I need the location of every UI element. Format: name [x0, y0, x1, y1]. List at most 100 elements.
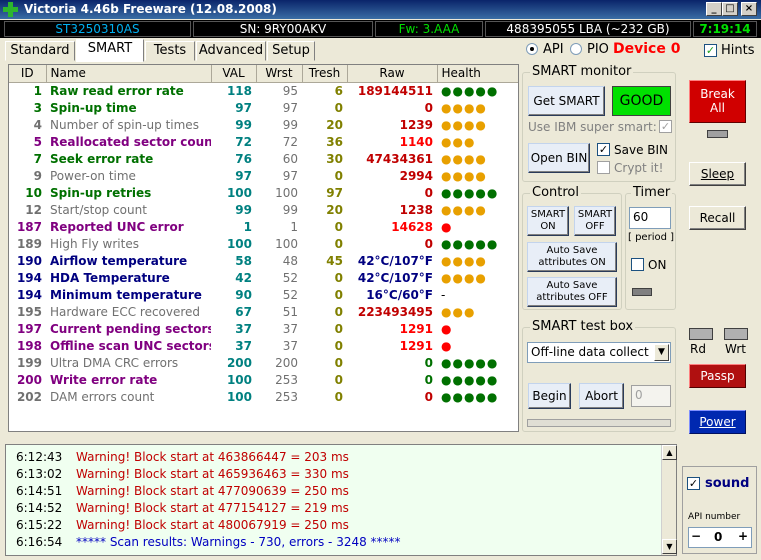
table-row[interactable]: 194 HDA Temperature 42 52 0 42°C/107°F ●●●● [9, 269, 518, 286]
passp-button[interactable]: Passp [689, 364, 746, 388]
test-type-select[interactable]: Off-line data collect ▼ [527, 342, 671, 363]
minus-icon[interactable]: − [691, 529, 701, 543]
cell-raw: 1238 [399, 202, 433, 217]
cell-wrst: 253 [275, 389, 298, 404]
table-row[interactable]: 187 Reported UNC error 1 1 0 14628 ● [9, 218, 518, 235]
tab-smart[interactable]: SMART [76, 39, 144, 62]
cell-raw: 0 [424, 236, 433, 251]
tab-advanced[interactable]: Advanced [196, 41, 266, 61]
close-button[interactable]: × [741, 2, 757, 16]
table-row[interactable]: 10 Spin-up retries 100 100 97 0 ●●●●● [9, 184, 518, 201]
cell-tresh: 0 [334, 219, 343, 234]
smart-on-button[interactable]: SMART ON [527, 206, 569, 236]
table-row[interactable]: 194 Minimum temperature 90 52 0 16°C/60°F - [9, 286, 518, 303]
device-label: Device 0 [613, 41, 681, 57]
power-button[interactable]: Power [689, 410, 746, 434]
table-row[interactable]: 12 Start/stop count 99 99 20 1238 ●●●● [9, 201, 518, 218]
table-row[interactable]: 200 Write error rate 100 253 0 0 ●●●●● [9, 371, 518, 388]
cell-tresh: 0 [334, 304, 343, 319]
col-header-raw[interactable]: Raw [347, 65, 438, 83]
cell-wrst: 253 [275, 372, 298, 387]
crypt-checkbox[interactable] [597, 161, 610, 174]
table-row[interactable]: 7 Seek error rate 76 60 30 47434361 ●●●● [9, 150, 518, 167]
table-row[interactable]: 4 Number of spin-up times 99 99 20 1239 ●●●● [9, 116, 518, 133]
smart-on-line2: ON [540, 221, 556, 232]
timer-on-checkbox[interactable] [631, 258, 644, 271]
api-label: API [543, 42, 564, 57]
api-number-stepper[interactable]: − 0 + [688, 527, 752, 548]
cell-health: ● [441, 219, 453, 234]
cell-id: 10 [25, 185, 42, 200]
cell-id: 1 [33, 83, 42, 98]
abort-button[interactable]: Abort [579, 383, 624, 409]
break-all-button[interactable]: Break All [689, 80, 746, 123]
minimize-button[interactable]: _ [706, 2, 722, 16]
ibm-super-smart-checkbox[interactable]: ✓ [659, 120, 672, 133]
cell-name: Offline scan UNC sectors [50, 338, 211, 353]
table-row[interactable]: 202 DAM errors count 100 253 0 0 ●●●●● [9, 388, 518, 405]
autosave-on-button[interactable]: Auto Save attributes ON [527, 242, 617, 272]
autosave-off-line2: attributes OFF [536, 292, 608, 303]
cell-tresh: 6 [334, 83, 343, 98]
col-header-wrst[interactable]: Wrst [256, 65, 303, 83]
smart-off-line2: OFF [585, 221, 605, 232]
autosave-off-button[interactable]: Auto Save attributes OFF [527, 277, 617, 307]
table-row[interactable]: 198 Offline scan UNC sectors 37 37 0 1291 ● [9, 337, 518, 354]
cell-raw: 0 [424, 100, 433, 115]
save-bin-checkbox[interactable]: ✓ [597, 143, 610, 156]
timer-input[interactable]: 60 [629, 207, 671, 229]
cell-wrst: 52 [282, 287, 298, 302]
cell-name: Reallocated sector count [50, 134, 211, 149]
table-row[interactable]: 3 Spin-up time 97 97 0 0 ●●●● [9, 99, 518, 116]
open-bin-button[interactable]: Open BIN [528, 143, 590, 173]
cell-raw: 1239 [399, 117, 433, 132]
table-row[interactable]: 189 High Fly writes 100 100 0 0 ●●●●● [9, 235, 518, 252]
smart-off-button[interactable]: SMART OFF [574, 206, 616, 236]
log-entry: 6:12:43 Warning! Block start at 463866447… [6, 449, 656, 466]
maximize-button[interactable]: □ [722, 2, 738, 16]
begin-button[interactable]: Begin [528, 383, 571, 409]
plus-icon[interactable]: + [738, 529, 748, 543]
table-row[interactable]: 195 Hardware ECC recovered 67 51 0 223493495 ●… [9, 303, 518, 320]
log-message: Warning! Block start at 463866447 = 203 … [76, 450, 349, 464]
col-header-health[interactable]: Health [437, 65, 518, 83]
pio-label: PIO [587, 42, 609, 57]
drive-info-bar: ST3250310AS SN: 9RY00AKV Fw: 3.AAA 48839… [0, 20, 761, 38]
tab-tests[interactable]: Tests [145, 41, 195, 61]
cell-raw: 42°C/107°F [357, 270, 433, 285]
get-smart-button[interactable]: Get SMART [528, 86, 605, 116]
log-scrollbar[interactable]: ▲ ▼ [661, 445, 677, 555]
table-row[interactable]: 5 Reallocated sector count 72 72 36 1140 ●●● [9, 133, 518, 150]
col-header-id[interactable]: ID [9, 65, 47, 83]
recall-button[interactable]: Recall [689, 206, 746, 230]
tab-setup[interactable]: Setup [267, 41, 315, 61]
cell-wrst: 37 [282, 321, 298, 336]
scroll-down-icon[interactable]: ▼ [662, 539, 677, 554]
col-header-tresh[interactable]: Tresh [302, 65, 348, 83]
cell-health: ●●●● [441, 168, 487, 183]
table-row[interactable]: 1 Raw read error rate 118 95 6 189144511 ●●●●● [9, 82, 518, 99]
cell-health: ●●●● [441, 117, 487, 132]
tab-standard[interactable]: Standard [5, 41, 75, 61]
cell-wrst: 100 [275, 185, 298, 200]
cell-id: 197 [16, 321, 42, 336]
log-message: Warning! Block start at 477154127 = 219 … [76, 501, 349, 515]
test-progress-field[interactable]: 0 [631, 385, 671, 407]
col-header-val[interactable]: VAL [211, 65, 257, 83]
chevron-down-icon[interactable]: ▼ [654, 344, 669, 361]
sound-checkbox[interactable]: ✓ [687, 477, 700, 490]
smart-table-body: 1 Raw read error rate 118 95 6 189144511 ●●●●●… [9, 82, 518, 405]
scroll-up-icon[interactable]: ▲ [662, 445, 677, 460]
pio-radio[interactable] [570, 43, 582, 55]
cell-wrst: 95 [282, 83, 298, 98]
table-row[interactable]: 190 Airflow temperature 58 48 45 42°C/107°F ●●… [9, 252, 518, 269]
col-header-name[interactable]: Name [46, 65, 212, 83]
table-row[interactable]: 9 Power-on time 97 97 0 2994 ●●●● [9, 167, 518, 184]
api-radio[interactable] [526, 43, 538, 55]
sleep-button[interactable]: Sleep [689, 162, 746, 186]
table-row[interactable]: 199 Ultra DMA CRC errors 200 200 0 0 ●●●●● [9, 354, 518, 371]
hints-checkbox[interactable]: ✓ [704, 44, 717, 57]
table-row[interactable]: 197 Current pending sectors 37 37 0 1291 ● [9, 320, 518, 337]
cell-raw: 47434361 [366, 151, 433, 166]
cell-val: 100 [226, 389, 252, 404]
